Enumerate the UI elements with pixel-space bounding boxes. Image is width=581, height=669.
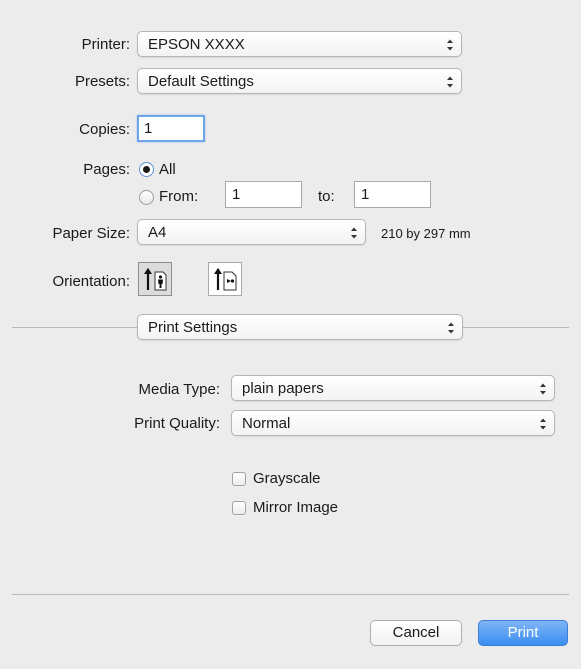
- print-button[interactable]: Print: [478, 620, 568, 646]
- orientation-portrait-button[interactable]: [138, 262, 172, 296]
- media-type-popup[interactable]: plain papers: [231, 375, 555, 401]
- grayscale-label: Grayscale: [253, 470, 321, 487]
- presets-value: Default Settings: [148, 73, 254, 90]
- print-quality-value: Normal: [242, 415, 291, 432]
- paper-size-dimensions: 210 by 297 mm: [381, 226, 471, 241]
- pages-all-radio[interactable]: [139, 162, 154, 177]
- section-popup-value: Print Settings: [148, 319, 238, 336]
- updown-arrows-icon: [447, 39, 453, 51]
- updown-arrows-icon: [540, 418, 546, 430]
- copies-label: Copies:: [79, 121, 130, 138]
- pages-to-value: 1: [361, 186, 370, 203]
- print-quality-label: Print Quality:: [134, 415, 220, 432]
- pages-to-field[interactable]: 1: [354, 181, 431, 208]
- paper-size-label: Paper Size:: [52, 225, 130, 242]
- updown-arrows-icon: [540, 383, 546, 395]
- paper-size-value: A4: [148, 224, 167, 241]
- presets-label: Presets:: [74, 73, 130, 90]
- pages-label: Pages:: [83, 161, 130, 178]
- grayscale-checkbox[interactable]: [232, 472, 246, 486]
- updown-arrows-icon: [351, 227, 357, 239]
- cancel-button[interactable]: Cancel: [370, 620, 462, 646]
- print-quality-popup[interactable]: Normal: [231, 410, 555, 436]
- pages-from-value: 1: [232, 186, 241, 203]
- section-popup[interactable]: Print Settings: [137, 314, 463, 340]
- updown-arrows-icon: [447, 76, 453, 88]
- copies-value: 1: [144, 120, 153, 137]
- pages-from-field[interactable]: 1: [225, 181, 302, 208]
- mirror-image-checkbox[interactable]: [232, 501, 246, 515]
- pages-all-label: All: [159, 161, 176, 178]
- section-divider-left: [12, 327, 137, 328]
- printer-popup[interactable]: EPSON XXXX: [137, 31, 462, 57]
- media-type-value: plain papers: [242, 380, 324, 397]
- bottom-divider: [12, 594, 569, 595]
- orientation-label: Orientation:: [52, 273, 130, 290]
- print-dialog: { "printer": { "label": "Printer:", "val…: [0, 0, 581, 669]
- updown-arrows-icon: [448, 322, 454, 334]
- presets-popup[interactable]: Default Settings: [137, 68, 462, 94]
- mirror-image-label: Mirror Image: [253, 499, 339, 516]
- pages-to-label: to:: [318, 188, 335, 205]
- paper-size-popup[interactable]: A4: [137, 219, 366, 245]
- printer-label: Printer:: [81, 36, 130, 53]
- orientation-landscape-button[interactable]: [208, 262, 242, 296]
- copies-field[interactable]: 1: [137, 115, 205, 142]
- section-divider-right: [463, 327, 569, 328]
- pages-from-label: From:: [159, 188, 199, 205]
- printer-value: EPSON XXXX: [148, 36, 245, 53]
- portrait-icon: [144, 268, 167, 291]
- media-type-label: Media Type:: [138, 381, 220, 398]
- pages-from-radio[interactable]: [139, 190, 154, 205]
- landscape-icon: [214, 268, 237, 291]
